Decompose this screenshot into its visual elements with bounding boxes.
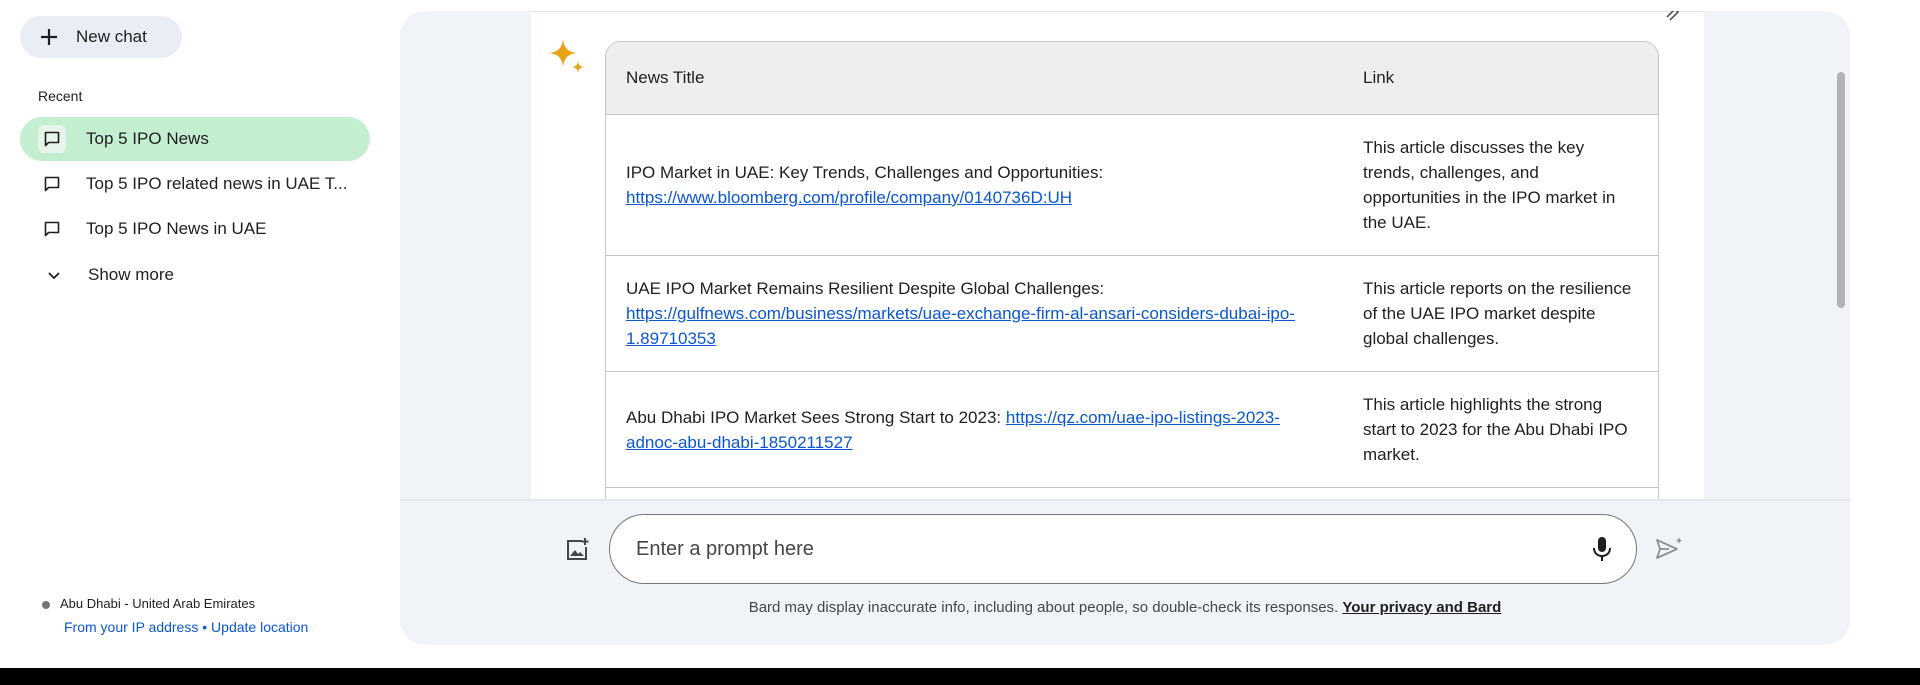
divider: [531, 11, 1704, 12]
location-separator: •: [202, 619, 208, 635]
main-panel: News Title Link IPO Market in UAE: Key T…: [400, 11, 1850, 645]
chat-bubble-icon: [38, 170, 66, 198]
disclaimer: Bard may display inaccurate info, includ…: [400, 599, 1850, 616]
chat-bubble-icon: [38, 125, 66, 153]
news-title-cell: Abu Dhabi IPO Market Sees Strong Start t…: [606, 371, 1343, 488]
recent-chat-item[interactable]: Top 5 IPO News: [20, 117, 370, 161]
conversation-area[interactable]: News Title Link IPO Market in UAE: Key T…: [531, 11, 1704, 501]
show-more-button[interactable]: Show more: [20, 255, 320, 295]
edit-icon[interactable]: [1664, 11, 1682, 28]
news-title: IPO Market in UAE: Key Trends, Challenge…: [626, 163, 1104, 182]
chevron-down-icon: [40, 267, 68, 283]
recent-chat-label: Top 5 IPO News: [86, 129, 209, 148]
sparkle-icon: [547, 37, 587, 82]
recent-chat-label: Top 5 IPO related news in UAE T...: [86, 174, 348, 193]
image-add-icon[interactable]: [562, 535, 592, 565]
recent-chat-item[interactable]: Top 5 IPO News in UAE: [20, 207, 370, 251]
link-description-cell: This article discusses the key trends, c…: [1343, 114, 1658, 256]
location-info: Abu Dhabi - United Arab Emirates From yo…: [42, 596, 308, 635]
table-row: Abu Dhabi IPO Market Sees Strong Start t…: [606, 371, 1658, 488]
news-title: Abu Dhabi IPO Market Sees Strong Start t…: [626, 407, 1002, 427]
table-row: IPO Market in UAE: Key Trends, Challenge…: [606, 114, 1658, 256]
table-header-row: News Title Link: [606, 42, 1658, 115]
send-icon[interactable]: [1654, 536, 1684, 569]
news-url-link[interactable]: https://gulfnews.com/business/markets/ua…: [626, 304, 1295, 348]
location-place: Abu Dhabi - United Arab Emirates: [60, 596, 256, 611]
ip-address-link[interactable]: From your IP address: [64, 619, 198, 635]
microphone-icon[interactable]: [1590, 535, 1614, 568]
chat-bubble-icon: [38, 215, 66, 243]
link-description-cell: This article highlights the strong start…: [1343, 371, 1658, 488]
show-more-label: Show more: [88, 265, 174, 284]
app-window: New chat Recent Top 5 IPO News Top 5 IPO…: [0, 0, 1920, 668]
column-header: News Title: [606, 42, 1343, 115]
plus-icon: [38, 26, 60, 48]
news-title-cell: IPO Market in UAE: Key Trends, Challenge…: [606, 114, 1343, 256]
prompt-input-box[interactable]: [609, 514, 1637, 584]
prompt-input[interactable]: [634, 536, 1538, 562]
link-description-cell: This article reports on the resilience o…: [1343, 255, 1658, 372]
new-chat-button[interactable]: New chat: [20, 16, 182, 58]
update-location-link[interactable]: Update location: [211, 619, 308, 635]
privacy-link[interactable]: Your privacy and Bard: [1342, 599, 1501, 616]
table-row: UAE IPO Market Remains Resilient Despite…: [606, 255, 1658, 372]
prompt-area: Bard may display inaccurate info, includ…: [400, 501, 1850, 645]
scrollbar-thumb[interactable]: [1837, 72, 1845, 308]
recent-chat-item[interactable]: Top 5 IPO related news in UAE T...: [20, 162, 370, 206]
new-chat-label: New chat: [76, 27, 147, 46]
recent-chat-list: Top 5 IPO News Top 5 IPO related news in…: [20, 117, 370, 252]
location-dot-icon: [42, 600, 50, 609]
news-title: UAE IPO Market Remains Resilient Despite…: [626, 279, 1105, 298]
news-table: News Title Link IPO Market in UAE: Key T…: [605, 41, 1659, 501]
recent-heading: Recent: [38, 88, 83, 104]
news-url-link[interactable]: https://www.bloomberg.com/profile/compan…: [626, 188, 1072, 207]
news-title-cell: UAE IPO Market Remains Resilient Despite…: [606, 255, 1343, 372]
disclaimer-text: Bard may display inaccurate info, includ…: [748, 599, 1339, 616]
column-header: Link: [1343, 42, 1658, 115]
recent-chat-label: Top 5 IPO News in UAE: [86, 219, 267, 238]
